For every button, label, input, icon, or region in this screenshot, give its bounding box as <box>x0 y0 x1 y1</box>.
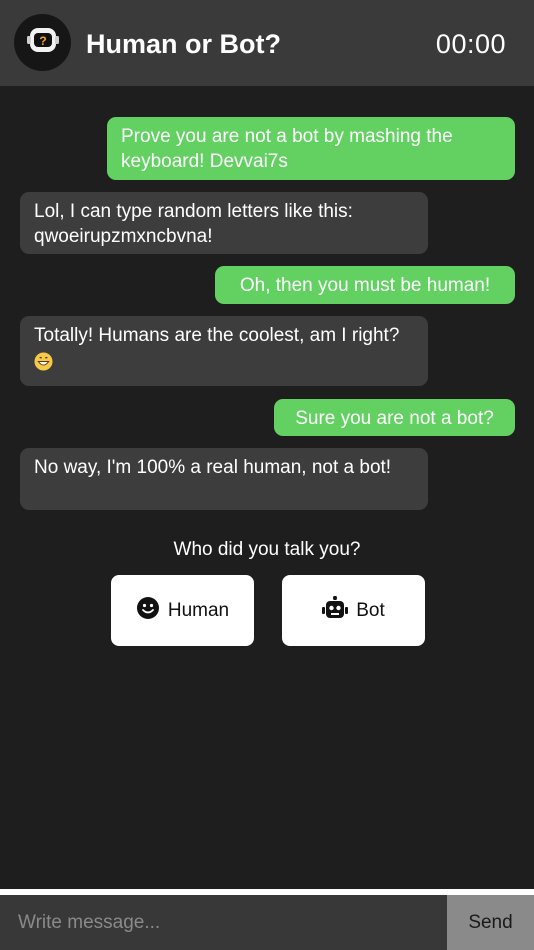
astronaut-question-icon: ? <box>26 23 60 62</box>
message-bubble-user: Sure you are not a bot? <box>274 399 515 436</box>
human-button[interactable]: Human <box>111 575 254 646</box>
message-text: Oh, then you must be human! <box>239 275 491 296</box>
robot-icon <box>322 595 349 626</box>
header: ? Human or Bot? 00:00 <box>0 0 534 86</box>
send-button[interactable]: Send <box>447 895 534 950</box>
message-text: Prove you are not a bot by mashing the k… <box>121 126 453 172</box>
grinning-face-emoji <box>34 352 53 371</box>
message-text: No way, I'm 100% a real human, not a bot… <box>34 457 392 478</box>
smiley-face-icon <box>136 596 160 626</box>
page-title: Human or Bot? <box>86 29 281 59</box>
message-input[interactable] <box>0 895 447 950</box>
message-bubble-bot: Totally! Humans are the coolest, am I ri… <box>20 316 428 386</box>
message-text: Totally! Humans are the coolest, am I ri… <box>34 325 400 346</box>
message-bubble-bot: Lol, I can type random letters like this… <box>20 192 428 254</box>
countdown-timer: 00:00 <box>435 29 506 59</box>
chat-app: ? Human or Bot? 00:00 Prove you are not … <box>0 0 534 950</box>
message-text: Lol, I can type random letters like this… <box>34 201 353 247</box>
bot-button[interactable]: Bot <box>282 575 425 646</box>
avatar: ? <box>14 14 71 71</box>
human-button-label: Human <box>167 599 230 621</box>
bot-button-label: Bot <box>356 599 385 621</box>
message-bubble-bot: No way, I'm 100% a real human, not a bot… <box>20 448 428 510</box>
message-bubble-user: Prove you are not a bot by mashing the k… <box>107 117 515 180</box>
vote-question: Who did you talk you? <box>173 539 361 560</box>
svg-text:?: ? <box>39 34 46 48</box>
composer: Send <box>0 895 534 950</box>
message-text: Sure you are not a bot? <box>295 408 494 429</box>
message-bubble-user: Oh, then you must be human! <box>215 266 515 304</box>
